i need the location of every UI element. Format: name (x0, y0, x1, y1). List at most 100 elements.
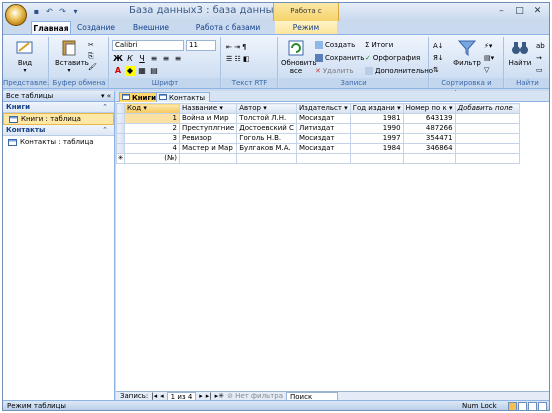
filter-button[interactable]: Фильтр (452, 39, 482, 67)
fill-color-icon[interactable]: ◆ (125, 66, 135, 76)
cell-empty[interactable] (454, 123, 520, 134)
more-button[interactable]: Дополнительно (365, 67, 433, 75)
clear-sort-icon[interactable]: ⇅ (433, 66, 439, 74)
nav-pane-controls[interactable]: ▾ « (101, 91, 111, 102)
column-header-catalog-number[interactable]: Номер по к ▾ (402, 103, 456, 114)
find-button[interactable]: Найти (507, 39, 533, 67)
column-header-author[interactable]: Автор ▾ (236, 103, 297, 114)
cell-empty[interactable] (402, 153, 456, 164)
align-left-icon[interactable]: ≡ (149, 54, 159, 64)
align-center-icon[interactable]: ≡ (161, 54, 171, 64)
replace-icon[interactable]: ab (536, 42, 545, 50)
cell-catalog-number[interactable]: 643139 (402, 113, 456, 124)
cell-title[interactable]: Война и Мир (178, 113, 238, 124)
sort-desc-icon[interactable]: Я↓ (433, 54, 444, 62)
italic-button[interactable]: К (125, 54, 135, 64)
pivot-chart-view-icon[interactable] (528, 402, 537, 410)
cell-publisher[interactable]: Мосиздат (295, 133, 351, 144)
new-record-button[interactable]: Создать (315, 41, 355, 49)
table-row[interactable]: 2 Преступлгние Достоевский С Литиздат 19… (116, 123, 520, 134)
selection-filter-icon[interactable]: ⚡▾ (484, 42, 492, 50)
font-size-select[interactable]: 11 (186, 40, 216, 51)
cell-publisher[interactable]: Мосиздат (295, 143, 351, 154)
cell-catalog-number[interactable]: 354471 (402, 133, 456, 144)
new-record-row[interactable]: ✳ (№) (116, 153, 520, 164)
cell-empty[interactable] (454, 113, 520, 124)
cell-empty[interactable] (236, 153, 297, 164)
select-icon[interactable]: ▭ (536, 66, 543, 74)
delete-record-button[interactable]: ✕ Удалить (315, 67, 354, 75)
minimize-icon[interactable]: – (493, 5, 510, 18)
cell-empty[interactable] (454, 153, 520, 164)
office-button[interactable] (5, 4, 27, 26)
tab-home[interactable]: Главная (31, 21, 71, 35)
close-icon[interactable]: ✕ (529, 5, 546, 18)
cell-title[interactable]: Преступлгние (178, 123, 238, 134)
column-header-year[interactable]: Год издани ▾ (349, 103, 404, 114)
tab-database-tools[interactable]: Работа с базами данных (185, 21, 271, 46)
cell-empty[interactable] (454, 143, 520, 154)
table-row[interactable]: 1 Война и Мир Толстой Л.Н. Мосиздат 1981… (116, 113, 520, 124)
save-record-button[interactable]: Сохранить (315, 54, 364, 62)
cell-empty[interactable] (454, 133, 520, 144)
bold-button[interactable]: Ж (113, 54, 123, 64)
datasheet-view-icon[interactable] (508, 402, 517, 410)
record-selector[interactable] (116, 133, 125, 144)
cell-empty[interactable] (178, 153, 238, 164)
tab-create[interactable]: Создание (75, 21, 117, 35)
cell-author[interactable]: Гоголь Н.В. (236, 133, 297, 144)
cell-new-id[interactable]: (№) (124, 153, 180, 164)
cell-id[interactable]: 1 (124, 113, 180, 124)
record-selector[interactable] (116, 143, 125, 154)
toggle-filter-icon[interactable]: ▽ (484, 66, 489, 74)
format-painter-icon[interactable]: 🖌 (88, 63, 97, 71)
cell-year[interactable]: 1997 (349, 133, 404, 144)
nav-pane-header[interactable]: Все таблицы ▾ « (3, 91, 114, 102)
column-header-add-field[interactable]: Добавить поле (454, 103, 520, 114)
cell-catalog-number[interactable]: 487266 (402, 123, 456, 134)
nav-group-books[interactable]: Книги ⌃ (3, 102, 114, 113)
align-right-icon[interactable]: ≡ (173, 54, 183, 64)
totals-button[interactable]: Σ Итоги (365, 41, 393, 49)
font-color-icon[interactable]: A (113, 66, 123, 76)
column-header-title[interactable]: Название ▾ (178, 103, 238, 114)
sort-asc-icon[interactable]: A↓ (433, 42, 444, 50)
column-header-id[interactable]: Код ▾ (124, 103, 180, 114)
view-button[interactable]: Вид ▾ (11, 39, 39, 74)
cell-title[interactable]: Ревизор (178, 133, 238, 144)
table-row[interactable]: 3 Ревизор Гоголь Н.В. Мосиздат 1997 3544… (116, 133, 520, 144)
goto-icon[interactable]: → (536, 54, 542, 62)
column-header-publisher[interactable]: Издательст ▾ (295, 103, 351, 114)
alt-row-color-icon[interactable]: ▤ (149, 66, 159, 76)
nav-item-contacts-table[interactable]: Контакты : таблица (3, 136, 114, 148)
cell-author[interactable]: Толстой Л.Н. (236, 113, 297, 124)
maximize-icon[interactable]: □ (511, 5, 528, 18)
cut-icon[interactable]: ✂ (88, 41, 94, 49)
undo-icon[interactable]: ↶ (44, 6, 55, 17)
cell-id[interactable]: 3 (124, 133, 180, 144)
select-all-corner[interactable] (116, 103, 125, 114)
cell-year[interactable]: 1990 (349, 123, 404, 134)
cell-catalog-number[interactable]: 346864 (402, 143, 456, 154)
advanced-filter-icon[interactable]: ▤▾ (484, 54, 494, 62)
doc-tab-contacts[interactable]: Контакты (156, 92, 211, 102)
cell-year[interactable]: 1981 (349, 113, 404, 124)
cell-id[interactable]: 2 (124, 123, 180, 134)
cell-empty[interactable] (295, 153, 351, 164)
redo-icon[interactable]: ↷ (57, 6, 68, 17)
refresh-all-button[interactable]: Обновить все (281, 39, 317, 75)
nav-item-books-table[interactable]: Книги : таблица (3, 113, 114, 125)
paste-button[interactable]: Вставить ▾ (55, 39, 89, 74)
cell-publisher[interactable]: Мосиздат (295, 113, 351, 124)
copy-icon[interactable]: ⎘ (88, 52, 94, 61)
cell-author[interactable]: Достоевский С (236, 123, 297, 134)
cell-title[interactable]: Мастер и Мар (178, 143, 238, 154)
tab-datasheet[interactable]: Режим таблицы (275, 21, 337, 46)
list-icons[interactable]: ☰ ☷ ◧ (226, 55, 250, 63)
design-view-icon[interactable] (538, 402, 547, 410)
customize-qat-icon[interactable]: ▾ (70, 6, 81, 17)
cell-publisher[interactable]: Литиздат (295, 123, 351, 134)
save-icon[interactable]: ▪ (31, 6, 42, 17)
indent-icons[interactable]: ⇤ ⇥ ¶ (226, 43, 247, 51)
pivot-table-view-icon[interactable] (518, 402, 527, 410)
